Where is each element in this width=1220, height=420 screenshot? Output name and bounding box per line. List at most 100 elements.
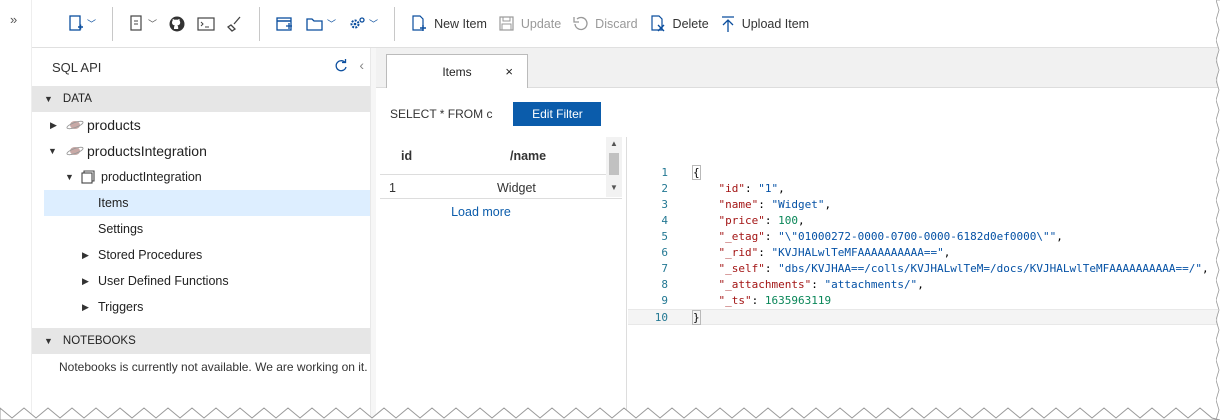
- code-text: "id": "1",: [718, 182, 785, 195]
- api-header: SQL API ‹: [32, 48, 370, 86]
- new-container-button[interactable]: ﹀: [62, 8, 102, 40]
- code-text: "price": 100,: [718, 214, 805, 227]
- toolbar-divider: [394, 6, 396, 41]
- column-header-name[interactable]: /name: [510, 149, 546, 163]
- json-editor[interactable]: 1{2 "id": "1", 3 "name": "Widget", 4 "pric…: [628, 165, 1218, 345]
- new-notebook-button[interactable]: [270, 8, 300, 40]
- documents-list: id /name 1 Widget Load more ▲ ▼: [380, 137, 622, 420]
- scrollbar-thumb[interactable]: [609, 153, 619, 175]
- editor-line[interactable]: 6 "_rid": "KVJHALwlTeMFAAAAAAAAAA==",: [628, 245, 1218, 261]
- filter-bar: SELECT * FROM c Edit Filter: [376, 96, 602, 132]
- tree-item-label: productIntegration: [101, 170, 202, 184]
- new-container-icon: [69, 14, 83, 31]
- close-icon[interactable]: ×: [505, 64, 513, 79]
- resource-tree: SQL API ‹ ▼ DATA ▶ products ▼ productsIn…: [32, 48, 370, 420]
- refresh-icon[interactable]: [334, 59, 348, 73]
- github-button[interactable]: [163, 8, 191, 40]
- caret-down-icon: ▼: [48, 146, 57, 156]
- chevron-down-icon: ﹀: [369, 19, 379, 29]
- edit-filter-button[interactable]: Edit Filter: [513, 102, 602, 126]
- upload-icon: [721, 15, 734, 32]
- line-number: 2: [661, 182, 668, 195]
- column-header-id[interactable]: id: [401, 149, 412, 163]
- new-item-button[interactable]: New Item: [405, 8, 493, 40]
- tree-item-triggers[interactable]: ▶ Triggers: [32, 294, 370, 320]
- scrollbar[interactable]: ▲ ▼: [606, 137, 622, 197]
- code-text: }: [692, 310, 701, 325]
- delete-label: Delete: [672, 16, 709, 31]
- line-number: 5: [661, 230, 668, 243]
- delete-button[interactable]: Delete: [644, 8, 715, 40]
- upload-item-button[interactable]: Upload Item: [715, 8, 815, 40]
- code-text: "_etag": "\"01000272-0000-0700-0000-6182…: [718, 230, 1063, 243]
- code-text: "_self": "dbs/KVJHAA==/colls/KVJHALwlTeM…: [718, 262, 1209, 275]
- load-more-link[interactable]: Load more: [380, 199, 582, 219]
- editor-line[interactable]: 1{: [628, 165, 1218, 181]
- table-row[interactable]: 1 Widget: [380, 175, 622, 199]
- folder-icon: [306, 17, 323, 31]
- tree-item-udfs[interactable]: ▶ User Defined Functions: [32, 268, 370, 294]
- tree-item-label: Stored Procedures: [98, 248, 203, 262]
- data-section-header[interactable]: ▼ DATA: [32, 86, 370, 112]
- editor-line[interactable]: 8 "_attachments": "attachments/",: [628, 277, 1218, 293]
- tree-item-container[interactable]: ▼ productIntegration: [32, 164, 370, 190]
- new-query-icon: [130, 14, 142, 31]
- settings-button[interactable]: ﹀: [342, 8, 384, 40]
- expand-panel-icon[interactable]: »: [10, 12, 17, 27]
- terminal-icon: [197, 16, 215, 31]
- caret-right-icon: ▶: [82, 301, 89, 312]
- delete-document-icon: [650, 14, 665, 31]
- tree-item-label: Triggers: [98, 300, 144, 314]
- upload-item-label: Upload Item: [741, 16, 810, 31]
- update-button[interactable]: Update: [493, 8, 567, 40]
- line-number: 7: [661, 262, 668, 275]
- cell-id: 1: [389, 181, 396, 195]
- tree-item-label: Settings: [98, 222, 144, 236]
- scroll-up-icon[interactable]: ▲: [610, 139, 618, 148]
- code-text: "name": "Widget",: [718, 198, 832, 211]
- open-file-button[interactable]: ﹀: [300, 8, 342, 40]
- editor-line[interactable]: 10}: [628, 309, 1218, 325]
- pane-splitter[interactable]: [626, 137, 627, 420]
- tree-item-label: productsIntegration: [87, 143, 207, 159]
- editor-line[interactable]: 4 "price": 100,: [628, 213, 1218, 229]
- editor-line[interactable]: 3 "name": "Widget",: [628, 197, 1218, 213]
- query-text: SELECT * FROM c: [390, 107, 493, 121]
- editor-line[interactable]: 5 "_etag": "\"01000272-0000-0700-0000-61…: [628, 229, 1218, 245]
- line-number: 10: [654, 311, 668, 324]
- save-icon: [499, 16, 514, 31]
- line-number: 9: [661, 294, 668, 307]
- new-window-icon: [276, 16, 293, 31]
- editor-line[interactable]: 2 "id": "1",: [628, 181, 1218, 197]
- terminal-button[interactable]: [191, 8, 221, 40]
- torn-edge-right: [1216, 0, 1220, 420]
- notebooks-section-header[interactable]: ▼ NOTEBOOKS: [32, 328, 370, 354]
- discard-button[interactable]: Discard: [567, 8, 643, 40]
- line-number: 1: [661, 166, 668, 179]
- tab-items[interactable]: Items ×: [386, 54, 528, 88]
- tree-item-settings[interactable]: Settings: [32, 216, 370, 242]
- open-query-button[interactable]: ﹀: [123, 8, 163, 40]
- command-bar: ﹀ ﹀ ﹀ ﹀ New Item Update Discard Delete U…: [32, 0, 1218, 48]
- caret-right-icon: ▶: [50, 119, 57, 130]
- github-icon: [169, 16, 185, 31]
- scroll-down-icon[interactable]: ▼: [610, 183, 618, 192]
- code-text: "_rid": "KVJHALwlTeMFAAAAAAAAAA==",: [718, 246, 951, 259]
- editor-line[interactable]: 7 "_self": "dbs/KVJHAA==/colls/KVJHALwlT…: [628, 261, 1218, 277]
- line-number: 8: [661, 278, 668, 291]
- clear-button[interactable]: [221, 8, 249, 40]
- line-number: 6: [661, 246, 668, 259]
- data-section-label: DATA: [62, 93, 92, 105]
- caret-down-icon: ▼: [44, 336, 53, 346]
- tree-item-database[interactable]: ▼ productsIntegration: [32, 138, 370, 164]
- chevron-down-icon: ﹀: [148, 19, 158, 29]
- collapse-sidebar-icon[interactable]: ‹: [359, 57, 364, 73]
- chevron-down-icon: ﹀: [87, 19, 97, 29]
- editor-line[interactable]: 9 "_ts": 1635963119: [628, 293, 1218, 309]
- update-label: Update: [520, 16, 562, 31]
- tree-item-stored-procedures[interactable]: ▶ Stored Procedures: [32, 242, 370, 268]
- tree-item-items[interactable]: Items: [44, 190, 370, 216]
- tree-item-database[interactable]: ▶ products: [32, 112, 370, 138]
- discard-label: Discard: [595, 16, 638, 31]
- caret-down-icon: ▼: [65, 172, 74, 182]
